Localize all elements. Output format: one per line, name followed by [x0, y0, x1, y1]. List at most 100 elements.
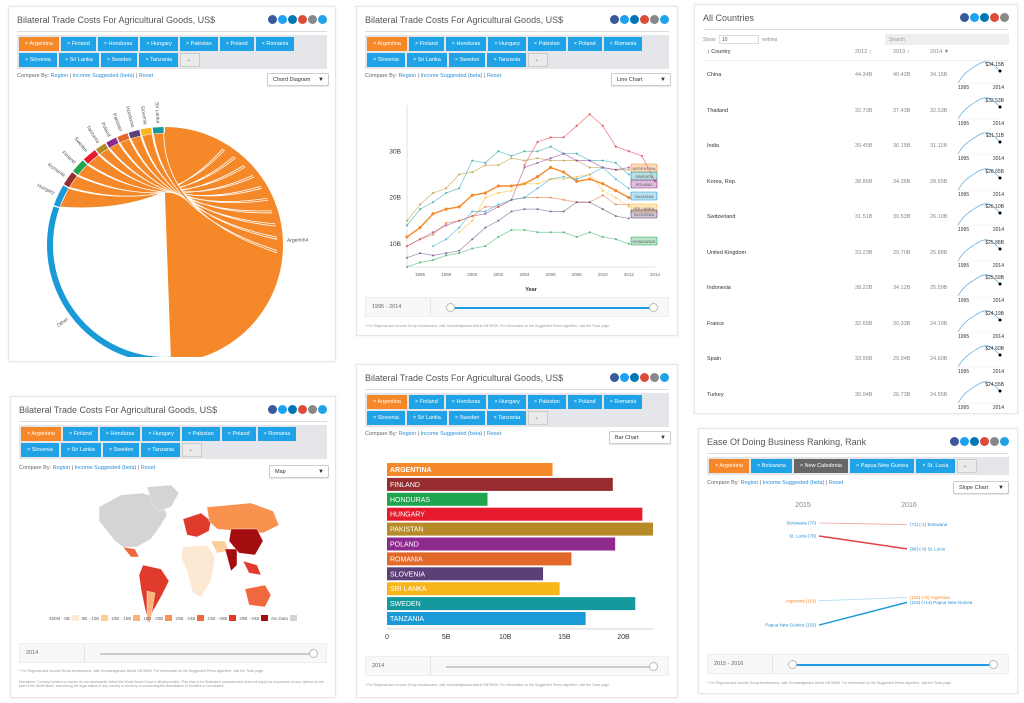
table-search-input[interactable]: Search: [885, 34, 1009, 45]
compare-income-link[interactable]: Income: [75, 465, 93, 471]
tag-hungary[interactable]: × Hungary: [142, 427, 180, 441]
compare-suggested-link[interactable]: Suggested (beta): [440, 73, 482, 79]
reset-link[interactable]: Reset: [139, 73, 153, 79]
tag-hungary[interactable]: × Hungary: [488, 37, 526, 51]
email-icon[interactable]: [308, 405, 317, 414]
linkedin-icon[interactable]: [970, 437, 979, 446]
tag-poland[interactable]: × Poland: [221, 427, 256, 441]
share-icon[interactable]: [660, 15, 669, 24]
tag-poland[interactable]: × Poland: [219, 37, 254, 51]
google-plus-icon[interactable]: [640, 373, 649, 382]
facebook-icon[interactable]: [268, 405, 277, 414]
tag-argentina[interactable]: × Argentina: [709, 459, 749, 473]
tag-new-caledonia[interactable]: × New Caledonia: [793, 459, 848, 473]
facebook-icon[interactable]: [610, 15, 619, 24]
tag-sweden[interactable]: × Sweden: [102, 443, 140, 457]
tag-tanzania[interactable]: × Tanzania: [487, 411, 527, 425]
compare-suggested-link[interactable]: Suggested (beta): [92, 73, 134, 79]
tag-finland[interactable]: × Finland: [408, 395, 444, 409]
tag-poland[interactable]: × Poland: [567, 395, 602, 409]
tag-argentina[interactable]: × Argentina: [367, 395, 407, 409]
chart-type-select[interactable]: Map ▼: [269, 465, 329, 478]
add-country-button[interactable]: +: [182, 443, 203, 457]
reset-link[interactable]: Reset: [487, 431, 501, 437]
email-icon[interactable]: [1000, 13, 1009, 22]
compare-region-link[interactable]: Region: [741, 480, 758, 486]
column-header-country[interactable]: ↕ Country: [707, 49, 731, 55]
google-plus-icon[interactable]: [990, 13, 999, 22]
linkedin-icon[interactable]: [630, 373, 639, 382]
tag-sri-lanka[interactable]: × Sri Lanka: [406, 411, 447, 425]
google-plus-icon[interactable]: [980, 437, 989, 446]
tag-sweden[interactable]: × Sweden: [100, 53, 138, 67]
country-name[interactable]: Turkey: [707, 392, 724, 398]
tag-pakistan[interactable]: × Pakistan: [179, 37, 218, 51]
country-name[interactable]: France: [707, 321, 724, 327]
column-header-2013[interactable]: 2013 ↕: [893, 49, 910, 55]
country-name[interactable]: Switzerland: [707, 214, 735, 220]
tag-finland[interactable]: × Finland: [60, 37, 96, 51]
year-range-slider[interactable]: 2015 - 2016: [707, 654, 1009, 674]
column-header-2012[interactable]: 2012 ↕: [855, 49, 872, 55]
add-country-button[interactable]: +: [528, 411, 549, 425]
facebook-icon[interactable]: [610, 373, 619, 382]
tag-sri-lanka[interactable]: × Sri Lanka: [406, 53, 447, 67]
year-slider[interactable]: 2014: [365, 656, 669, 676]
chart-type-select[interactable]: Bar Chart ▼: [609, 431, 671, 444]
compare-income-link[interactable]: Income: [421, 431, 439, 437]
google-plus-icon[interactable]: [298, 405, 307, 414]
compare-region-link[interactable]: Region: [399, 431, 416, 437]
chart-type-select[interactable]: Chord Diagram ▼: [267, 73, 329, 86]
add-country-button[interactable]: +: [956, 459, 977, 473]
compare-region-link[interactable]: Region: [53, 465, 70, 471]
page-length-select[interactable]: 10: [718, 35, 759, 44]
twitter-icon[interactable]: [960, 437, 969, 446]
linkedin-icon[interactable]: [980, 13, 989, 22]
tag-papua-new-guinea[interactable]: × Papua New Guinea: [849, 459, 915, 473]
twitter-icon[interactable]: [620, 373, 629, 382]
slider-handle-start[interactable]: [446, 303, 455, 312]
email-icon[interactable]: [650, 15, 659, 24]
slider-handle-end[interactable]: [649, 303, 658, 312]
tag-tanzania[interactable]: × Tanzania: [139, 53, 179, 67]
tag-pakistan[interactable]: × Pakistan: [527, 37, 566, 51]
slider-handle[interactable]: [649, 662, 658, 671]
chart-type-select[interactable]: Line Chart ▼: [611, 73, 671, 86]
share-icon[interactable]: [318, 15, 327, 24]
compare-income-link[interactable]: Income: [763, 480, 781, 486]
tag-honduras[interactable]: × Honduras: [99, 427, 141, 441]
country-name[interactable]: India: [707, 143, 719, 149]
tag-honduras[interactable]: × Honduras: [445, 395, 487, 409]
year-slider[interactable]: 2014: [19, 643, 327, 663]
tag-poland[interactable]: × Poland: [567, 37, 602, 51]
country-name[interactable]: Korea, Rep.: [707, 179, 736, 185]
linkedin-icon[interactable]: [288, 15, 297, 24]
tag-sweden[interactable]: × Sweden: [448, 411, 486, 425]
tag-hungary[interactable]: × Hungary: [488, 395, 526, 409]
tag-slovenia[interactable]: × Slovenia: [367, 411, 405, 425]
slider-handle[interactable]: [309, 649, 318, 658]
tag-romania[interactable]: × Romania: [603, 395, 643, 409]
tag-finland[interactable]: × Finland: [62, 427, 98, 441]
add-country-button[interactable]: +: [180, 53, 201, 67]
share-icon[interactable]: [318, 405, 327, 414]
tag-romania[interactable]: × Romania: [255, 37, 295, 51]
compare-region-link[interactable]: Region: [51, 73, 68, 79]
facebook-icon[interactable]: [268, 15, 277, 24]
tag-romania[interactable]: × Romania: [603, 37, 643, 51]
year-range-slider[interactable]: 1995 - 2014: [365, 297, 669, 317]
tag-romania[interactable]: × Romania: [257, 427, 297, 441]
tag-honduras[interactable]: × Honduras: [445, 37, 487, 51]
twitter-icon[interactable]: [278, 405, 287, 414]
twitter-icon[interactable]: [278, 15, 287, 24]
tag-slovenia[interactable]: × Slovenia: [21, 443, 59, 457]
email-icon[interactable]: [990, 437, 999, 446]
share-icon[interactable]: [660, 373, 669, 382]
tag-botswana[interactable]: × Botswana: [750, 459, 792, 473]
tag-tanzania[interactable]: × Tanzania: [141, 443, 181, 457]
country-name[interactable]: China: [707, 72, 721, 78]
tag-sri-lanka[interactable]: × Sri Lanka: [60, 443, 101, 457]
tag-argentina[interactable]: × Argentina: [367, 37, 407, 51]
linkedin-icon[interactable]: [630, 15, 639, 24]
tag-slovenia[interactable]: × Slovenia: [367, 53, 405, 67]
